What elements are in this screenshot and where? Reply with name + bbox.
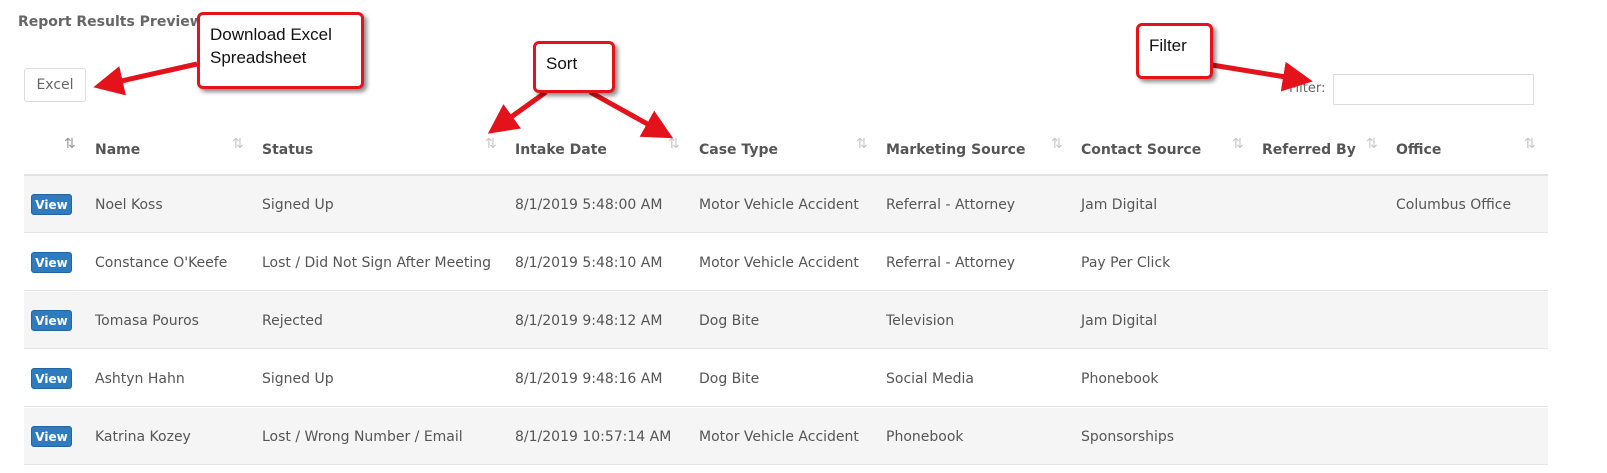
excel-callout-line-2: Spreadsheet [210, 48, 307, 67]
sort-callout-arrow-right [588, 89, 674, 139]
excel-callout: Download Excel Spreadsheet [197, 12, 364, 89]
sort-callout-text: Sort [546, 54, 578, 73]
filter-callout-arrow [1211, 61, 1313, 92]
sort-callout: Sort [533, 41, 615, 93]
sort-callout-arrow-left [487, 89, 548, 134]
filter-callout: Filter [1136, 23, 1213, 79]
filter-callout-text: Filter [1149, 36, 1187, 55]
excel-callout-line-1: Download Excel [210, 25, 332, 44]
excel-callout-arrow [93, 61, 198, 96]
